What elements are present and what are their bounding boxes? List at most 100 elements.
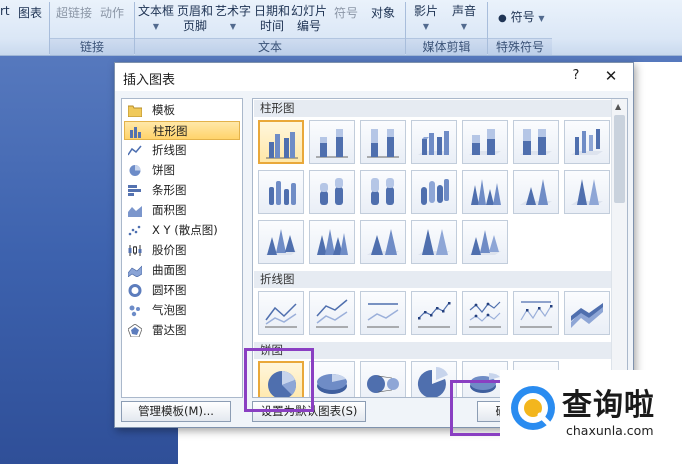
close-button[interactable]: ✕ xyxy=(601,67,621,87)
scrollbar-thumb[interactable] xyxy=(614,115,625,203)
category-surface[interactable]: 曲面图 xyxy=(124,261,240,280)
manage-templates-button[interactable]: 管理模板(M)... xyxy=(121,401,231,422)
textbox-label: 文本框 xyxy=(138,4,175,18)
chart-type-100-stacked-column[interactable] xyxy=(360,120,406,164)
chart-type-100-stacked-line-markers[interactable] xyxy=(513,291,559,335)
movie-label: 影片 xyxy=(414,4,439,18)
chart-type-stacked-cylinder[interactable] xyxy=(309,170,355,214)
category-label: 柱形图 xyxy=(153,124,188,138)
header-footer-button[interactable]: 页眉和 页脚 xyxy=(177,4,213,34)
chart-type-100-stacked-pyramid[interactable] xyxy=(411,220,457,264)
group-label-links: 链接 xyxy=(50,38,134,55)
category-area[interactable]: 面积图 xyxy=(124,201,240,220)
category-radar[interactable]: 雷达图 xyxy=(124,321,240,340)
chart-type-3d-pyramid[interactable] xyxy=(462,220,508,264)
chart-button[interactable]: 图表 xyxy=(18,4,42,21)
chart-type-stacked-cone[interactable] xyxy=(513,170,559,214)
smartart-button[interactable]: rt xyxy=(0,4,10,18)
category-label: 模板 xyxy=(152,103,175,117)
percent-stacked-cone-icon xyxy=(571,179,603,205)
chart-type-line-markers[interactable] xyxy=(411,291,457,335)
chart-type-stacked-column[interactable] xyxy=(309,120,355,164)
gallery-scrollbar[interactable]: ▲ xyxy=(611,99,627,397)
chart-type-100-stacked-cone[interactable] xyxy=(564,170,610,214)
chart-type-3d-100-stacked-column[interactable] xyxy=(513,120,559,164)
chart-type-3d-pie[interactable] xyxy=(309,361,355,397)
stacked-line-icon xyxy=(316,299,348,328)
category-pie[interactable]: 饼图 xyxy=(124,161,240,180)
movie-button[interactable]: 影片 ▼ xyxy=(414,4,438,34)
textbox-button[interactable]: 文本框 ▼ xyxy=(138,4,174,34)
slide-number-button[interactable]: 幻灯片 编号 xyxy=(291,4,327,34)
category-bubble[interactable]: 气泡图 xyxy=(124,301,240,320)
3d-column-icon xyxy=(571,129,603,155)
wordart-button[interactable]: 艺术字 ▼ xyxy=(215,4,251,34)
chevron-down-icon: ▼ xyxy=(422,22,430,31)
doughnut-chart-icon xyxy=(128,284,142,297)
chart-type-3d-line[interactable] xyxy=(564,291,610,335)
category-label: 面积图 xyxy=(152,203,187,217)
hyperlink-button[interactable]: 超链接 xyxy=(56,4,92,21)
chevron-down-icon: ▼ xyxy=(538,14,545,23)
category-scatter[interactable]: X Y (散点图) xyxy=(124,221,240,240)
pyramid-chart-icon xyxy=(317,229,348,255)
scroll-up-arrow-icon[interactable]: ▲ xyxy=(615,102,621,111)
chart-type-stacked-line-markers[interactable] xyxy=(462,291,508,335)
chart-type-clustered-column[interactable] xyxy=(258,120,304,164)
category-templates[interactable]: 模板 xyxy=(124,101,240,120)
chart-type-3d-cone[interactable] xyxy=(258,220,304,264)
category-label: 气泡图 xyxy=(152,303,187,317)
3d-percent-stacked-column-icon xyxy=(520,129,552,155)
action-button[interactable]: 动作 xyxy=(100,4,124,21)
chart-type-100-stacked-cylinder[interactable] xyxy=(360,170,406,214)
category-stock[interactable]: 股价图 xyxy=(124,241,240,260)
magnifier-logo-icon xyxy=(511,386,555,430)
chart-type-clustered-cone[interactable] xyxy=(462,170,508,214)
stacked-line-markers-icon xyxy=(469,301,501,328)
watermark-text: 查询啦 xyxy=(562,388,655,423)
datetime-button[interactable]: 日期和 时间 xyxy=(254,4,290,34)
symbol-object-button[interactable]: 符号 xyxy=(334,4,358,21)
symbol-label: 符号 xyxy=(510,10,535,24)
object-button[interactable]: 对象 xyxy=(371,4,395,21)
stacked-pyramid-icon xyxy=(367,229,399,255)
category-label: 折线图 xyxy=(152,143,187,157)
3d-pyramid-icon xyxy=(469,230,501,255)
chart-type-pie-of-pie[interactable] xyxy=(360,361,406,397)
sound-button[interactable]: 声音 ▼ xyxy=(452,4,476,34)
category-label: 饼图 xyxy=(152,163,175,177)
group-label-text: 文本 xyxy=(135,38,405,55)
chart-type-clustered-pyramid[interactable] xyxy=(309,220,355,264)
area-chart-icon xyxy=(128,206,142,217)
3d-cylinder-icon xyxy=(421,179,449,205)
help-button[interactable]: ? xyxy=(567,68,585,86)
category-label: 条形图 xyxy=(152,183,187,197)
chart-type-3d-stacked-column[interactable] xyxy=(462,120,508,164)
cone-chart-icon xyxy=(471,179,501,205)
folder-icon xyxy=(128,105,142,117)
chart-type-line[interactable] xyxy=(258,291,304,335)
3d-stacked-column-icon xyxy=(469,129,501,155)
chart-type-3d-clustered-column[interactable] xyxy=(411,120,457,164)
category-line[interactable]: 折线图 xyxy=(124,141,240,160)
column-chart-icon xyxy=(130,127,141,138)
chart-type-3d-cylinder[interactable] xyxy=(411,170,457,214)
chart-type-100-stacked-line[interactable] xyxy=(360,291,406,335)
chart-type-3d-column[interactable] xyxy=(564,120,610,164)
chart-type-stacked-pyramid[interactable] xyxy=(360,220,406,264)
percent-stacked-cylinder-icon xyxy=(371,178,394,205)
ribbon: rt 图表 超链接 动作 文本框 ▼ 页眉和 页脚 艺术字 ▼ 日期和 时间 幻… xyxy=(0,0,682,56)
watermark-url: chaxunla.com xyxy=(566,423,654,438)
dialog-title: 插入图表 xyxy=(123,73,176,88)
chart-type-clustered-cylinder[interactable] xyxy=(258,170,304,214)
category-column[interactable]: 柱形图 xyxy=(124,121,240,140)
chart-type-stacked-line[interactable] xyxy=(309,291,355,335)
category-label: 雷达图 xyxy=(152,323,187,337)
3d-line-icon xyxy=(571,303,603,328)
scatter-chart-icon xyxy=(128,225,141,236)
category-doughnut[interactable]: 圆环图 xyxy=(124,281,240,300)
symbol-button[interactable]: ● 符号 ▼ xyxy=(498,8,545,25)
category-bar[interactable]: 条形图 xyxy=(124,181,240,200)
chevron-down-icon: ▼ xyxy=(460,22,468,31)
sound-label: 声音 xyxy=(452,4,477,18)
